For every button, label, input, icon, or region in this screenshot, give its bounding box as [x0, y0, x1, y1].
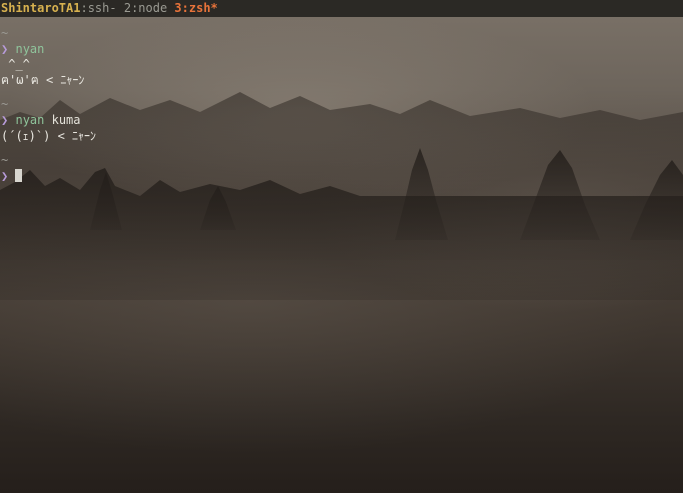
command-text: nyan: [15, 41, 45, 56]
prompt-symbol: ❯: [1, 41, 9, 56]
tmux-status-bar: ShintaroTA1:ssh- 2:node 3:zsh*: [0, 0, 683, 17]
prompt-symbol: ❯: [1, 168, 9, 183]
prompt-line: ❯ nyan: [1, 42, 683, 58]
command-text: nyan: [15, 112, 45, 127]
output-line: (´(ｪ)`) < ﾆｬｰﾝ: [1, 128, 97, 143]
tmux-window-zsh-active[interactable]: 3:zsh*: [174, 0, 217, 17]
cwd-tilde: ~: [1, 97, 9, 112]
active-prompt-line[interactable]: ❯: [1, 168, 683, 185]
terminal-output[interactable]: ~ ❯ nyan ^_^ ฅ'ω'ฅ < ﾆｬｰﾝ ~ ❯ nyan kuma …: [0, 17, 683, 184]
tmux-session-name: ShintaroTA1: [1, 1, 81, 15]
output-line: ฅ'ω'ฅ < ﾆｬｰﾝ: [1, 72, 85, 87]
cwd-tilde: ~: [1, 26, 9, 40]
text-cursor[interactable]: [15, 168, 23, 182]
prompt-symbol: ❯: [1, 112, 9, 127]
output-line: ^_^: [1, 57, 30, 72]
tmux-window-node[interactable]: 2:node: [124, 0, 175, 17]
cwd-tilde: ~: [1, 153, 9, 168]
prompt-line: ❯ nyan kuma: [1, 113, 683, 129]
tmux-window-ssh[interactable]: :ssh-: [80, 0, 123, 17]
command-argument: kuma: [51, 112, 81, 127]
